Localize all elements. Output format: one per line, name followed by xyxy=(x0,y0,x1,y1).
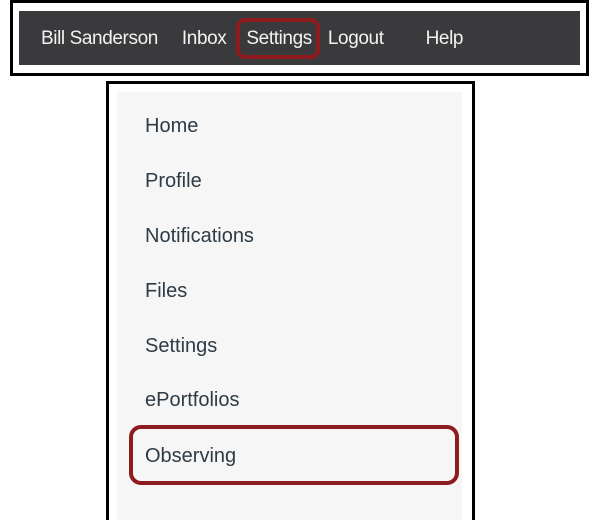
menu-item-home[interactable]: Home xyxy=(145,116,198,136)
user-name-link[interactable]: Bill Sanderson xyxy=(41,29,158,48)
menu-item-notifications[interactable]: Notifications xyxy=(145,226,254,246)
settings-menu-screenshot-frame: Home Profile Notifications Files Setting… xyxy=(106,81,475,520)
menu-item-settings[interactable]: Settings xyxy=(145,336,217,356)
topbar-screenshot-frame: Bill Sanderson Inbox Settings Logout Hel… xyxy=(10,0,589,76)
logout-link[interactable]: Logout xyxy=(328,29,384,48)
menu-item-eportfolios[interactable]: ePortfolios xyxy=(145,390,240,410)
settings-link[interactable]: Settings xyxy=(236,17,320,59)
menu-item-profile[interactable]: Profile xyxy=(145,171,202,191)
help-link[interactable]: Help xyxy=(426,29,464,48)
settings-side-menu: Home Profile Notifications Files Setting… xyxy=(117,92,462,520)
menu-item-files[interactable]: Files xyxy=(145,281,187,301)
menu-item-observing[interactable]: Observing xyxy=(145,446,236,466)
page: Bill Sanderson Inbox Settings Logout Hel… xyxy=(0,0,603,520)
global-navigation-bar: Bill Sanderson Inbox Settings Logout Hel… xyxy=(19,11,580,65)
inbox-link[interactable]: Inbox xyxy=(182,29,227,48)
settings-link-label: Settings xyxy=(246,27,312,49)
